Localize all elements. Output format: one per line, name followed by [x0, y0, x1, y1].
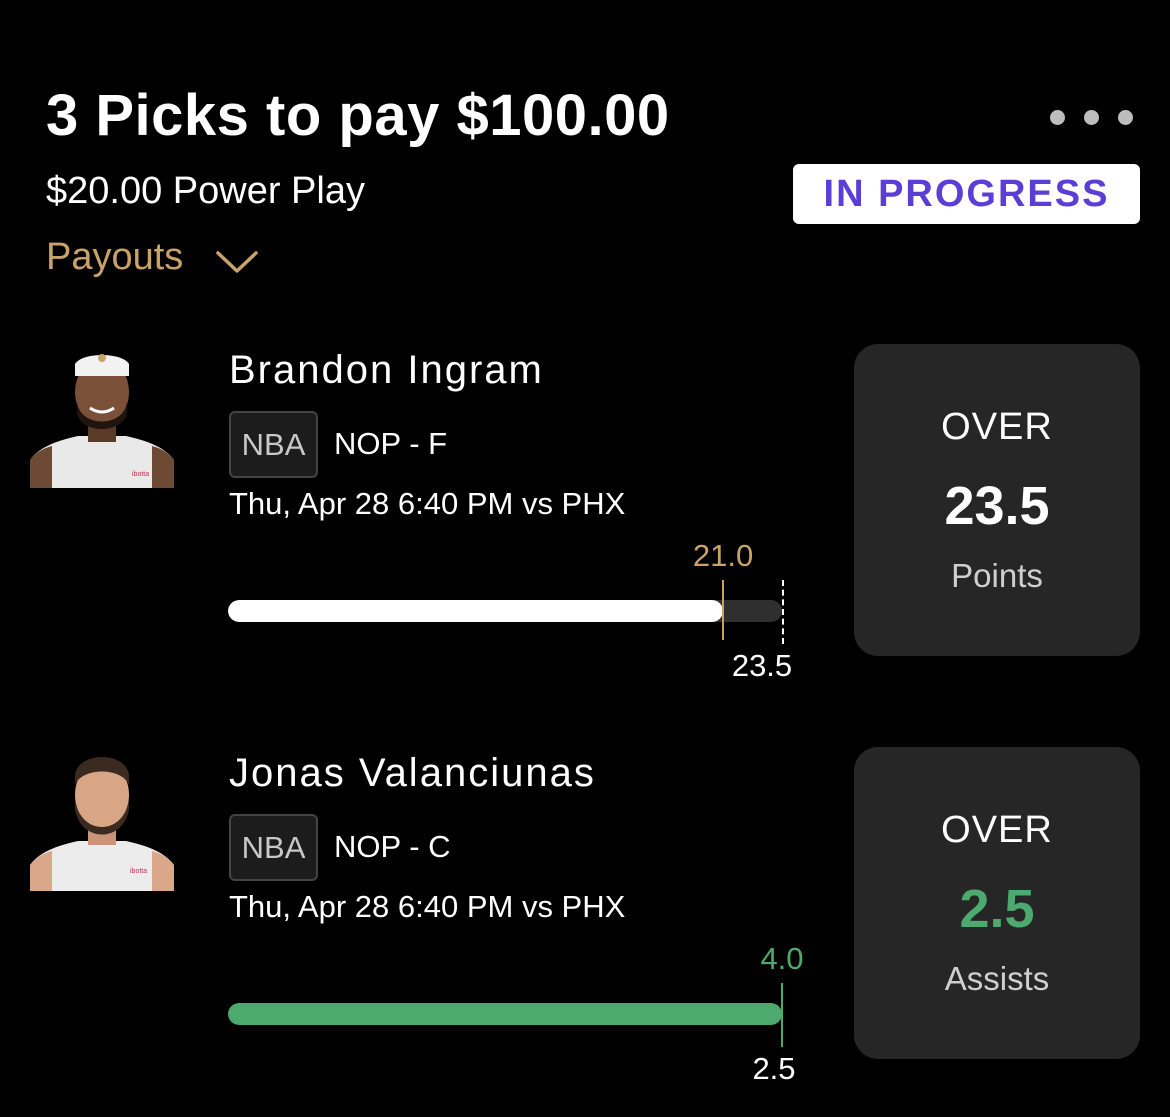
svg-text:ibotta: ibotta [130, 868, 147, 875]
projection-card[interactable]: OVER 2.5 Assists [854, 747, 1140, 1059]
line-marker [782, 580, 784, 644]
progress-fill [228, 1003, 782, 1025]
player-name: Jonas Valanciunas [229, 751, 596, 795]
pick-card: ibotta Jonas Valanciunas NBA NOP - C Thu… [0, 745, 1170, 1086]
progress-track [228, 1003, 782, 1025]
chevron-down-icon [216, 250, 259, 273]
line-value-label: 2.5 [752, 1051, 796, 1086]
stat-type: Assists [944, 960, 1050, 997]
projection-line: 23.5 [944, 476, 1050, 536]
pick-direction: OVER [941, 406, 1053, 448]
stat-type: Points [951, 557, 1043, 594]
line-value-label: 23.5 [731, 648, 793, 683]
payouts-label: Payouts [46, 236, 184, 278]
game-time: Thu, Apr 28 6:40 PM vs PHX [229, 889, 626, 924]
entry-subtitle: $20.00 Power Play [46, 170, 365, 212]
payouts-toggle[interactable]: Payouts [46, 236, 259, 279]
projection-line: 2.5 [959, 879, 1035, 939]
league-badge: NBA [229, 411, 318, 478]
pick-card: ibotta Brandon Ingram NBA NOP - F Thu, A… [0, 342, 1170, 683]
current-marker [781, 983, 783, 1047]
progress-track [228, 600, 782, 622]
projection-card[interactable]: OVER 23.5 Points [854, 344, 1140, 656]
team-position: NOP - F [334, 426, 448, 461]
progress-fill [228, 600, 724, 622]
player-avatar: ibotta [30, 342, 174, 488]
current-value-label: 4.0 [760, 941, 804, 976]
team-position: NOP - C [334, 829, 451, 864]
current-value-label: 21.0 [692, 538, 754, 573]
game-time: Thu, Apr 28 6:40 PM vs PHX [229, 486, 626, 521]
player-avatar: ibotta [30, 745, 174, 891]
current-marker [722, 580, 725, 640]
player-name: Brandon Ingram [229, 348, 544, 392]
more-options-icon[interactable] [1050, 110, 1140, 130]
status-badge: IN PROGRESS [793, 164, 1140, 224]
svg-text:ibotta: ibotta [132, 471, 149, 478]
entry-title: 3 Picks to pay $100.00 [46, 83, 670, 148]
pick-direction: OVER [941, 809, 1053, 851]
league-badge: NBA [229, 814, 318, 881]
